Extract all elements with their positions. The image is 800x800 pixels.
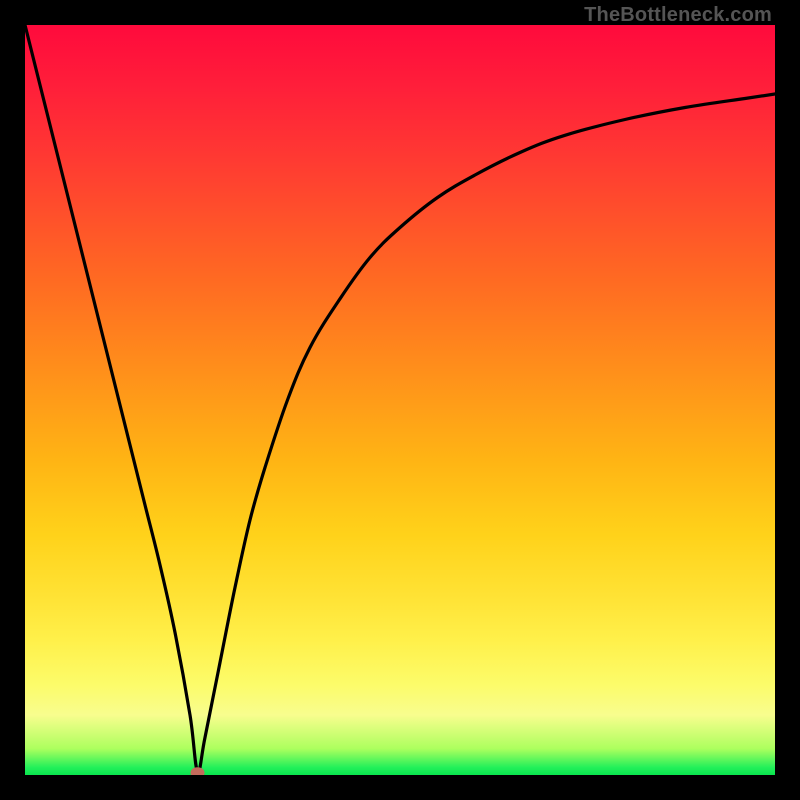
chart-svg xyxy=(25,25,775,775)
bottleneck-curve-line xyxy=(25,25,775,772)
optimal-point-marker xyxy=(191,767,205,775)
watermark-text: TheBottleneck.com xyxy=(584,4,772,27)
chart-plot-area xyxy=(25,25,775,775)
